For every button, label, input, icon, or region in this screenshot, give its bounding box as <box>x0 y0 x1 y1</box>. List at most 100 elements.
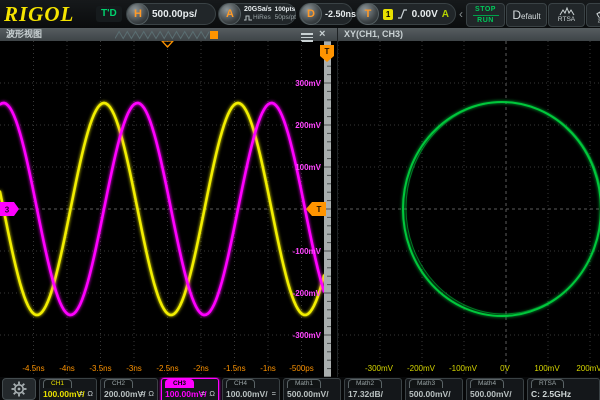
rigol-logo: RIGOL <box>4 1 74 27</box>
coupling-impedance-icons: = Ω <box>79 389 94 398</box>
channel-scale-value: 500.00mV/ <box>470 389 512 399</box>
time-axis-label: -4ns <box>59 364 75 373</box>
default-label: Default <box>512 8 540 22</box>
ruler-icon <box>596 7 600 17</box>
settings-gear-button[interactable] <box>2 378 36 400</box>
trigger-source-badge: 1 <box>383 9 393 20</box>
horizontal-offset: -2.50ns <box>325 9 356 19</box>
voltage-axis-label: 200mV <box>295 121 321 130</box>
svg-text:T: T <box>317 205 322 214</box>
channel-scale-value: 17.32dB/ <box>348 389 383 399</box>
waveform-overview-strip[interactable] <box>115 30 219 40</box>
divider <box>473 15 499 16</box>
channel-box-math2[interactable]: Math217.32dB/ <box>344 378 402 400</box>
time-axis-label: -1.5ns <box>223 364 245 373</box>
collapse-chevron-icon[interactable]: ‹ <box>459 7 463 21</box>
channel-tab-label: Math2 <box>348 379 382 388</box>
channel-scale-value: C: 2.5GHz <box>531 389 571 399</box>
voltage-axis-label: 100mV <box>295 163 321 172</box>
channel-box-math1[interactable]: Math1500.00mV/ <box>283 378 341 400</box>
trigger-position-flag[interactable]: T <box>320 45 334 62</box>
channel-box-math4[interactable]: Math4500.00mV/ <box>466 378 524 400</box>
acquisition-settings-pill[interactable]: A 20GSa/s HiRes 100pts 50ps/pt <box>218 3 296 25</box>
timebase-value: 500.00ps/ <box>152 9 197 20</box>
svg-text:T: T <box>325 47 330 56</box>
trigger-status-badge: T'D <box>96 6 122 22</box>
time-axis-label: -2.5ns <box>156 364 178 373</box>
channel-box-ch3[interactable]: CH3100.00mV/= Ω <box>161 378 219 400</box>
voltage-axis-label: 300mV <box>295 79 321 88</box>
waveform-view-title: 波形视图 <box>6 29 42 39</box>
gear-icon <box>11 381 27 397</box>
time-axis-label: -3.5ns <box>89 364 111 373</box>
channel-box-ch1[interactable]: CH1100.00mV/= Ω <box>39 378 97 400</box>
xy-plot: -300mV -200mV -100mV 0V 100mV 200mV <box>338 41 600 377</box>
sample-rate: 20GSa/s <box>244 6 272 14</box>
svg-text:3: 3 <box>5 206 10 215</box>
point-rate: 50ps/pt <box>275 14 296 22</box>
channel-tab-label: CH3 <box>165 379 194 388</box>
time-axis-label: -3ns <box>126 364 142 373</box>
rtsa-button[interactable]: RTSA <box>548 3 585 27</box>
rtsa-label: RTSA <box>558 16 575 23</box>
spectrum-icon <box>559 7 575 16</box>
trigger-level-marker[interactable]: T <box>306 202 326 216</box>
voltage-axis-label: -100mV <box>293 247 322 256</box>
xy-axis-label: 200mV <box>576 364 600 373</box>
close-icon[interactable]: × <box>319 28 331 41</box>
delay-settings-pill[interactable]: D -2.50ns <box>299 3 353 25</box>
xy-lissajous-trace-ghost <box>406 102 600 314</box>
channel-tab-label: Math1 <box>287 379 321 388</box>
horizontal-button[interactable]: H <box>127 3 149 25</box>
pulse-icon <box>244 15 252 21</box>
channel-tab-label: CH2 <box>104 379 133 388</box>
channel-status-bar: CH1100.00mV/= ΩCH2200.00mV/= ΩCH3100.00m… <box>0 377 600 400</box>
trigger-sweep-mode: A <box>442 9 449 20</box>
xy-axis-label: 0V <box>500 364 510 373</box>
channel-tab-label: Math3 <box>409 379 443 388</box>
xy-view-titlebar[interactable]: XY(CH1, CH3) <box>338 28 600 41</box>
voltage-axis-label: -200mV <box>293 289 322 298</box>
top-toolbar: RIGOL T'D H 500.00ps/ A 20GSa/s HiRes 10… <box>0 0 600 29</box>
time-axis-label: -2ns <box>193 364 209 373</box>
run-label: RUN <box>477 17 494 25</box>
xy-axis-label: -300mV <box>365 364 394 373</box>
xy-axis-label: -200mV <box>407 364 436 373</box>
trigger-level-value: 0.00V <box>412 9 438 20</box>
channel-scale-value: 500.00mV/ <box>409 389 451 399</box>
channel-tab-label: CH4 <box>226 379 255 388</box>
ch3-position-marker[interactable]: 3 <box>0 202 19 216</box>
time-axis-label: -500ps <box>289 364 313 373</box>
voltage-axis-label: -300mV <box>293 331 322 340</box>
overview-trigger-marker[interactable] <box>210 31 218 39</box>
coupling-impedance-icons: = Ω <box>140 389 155 398</box>
coupling-impedance-icons: = <box>272 389 277 398</box>
delay-button[interactable]: D <box>300 3 322 25</box>
xy-view-title: XY(CH1, CH3) <box>344 29 403 39</box>
measure-button[interactable]: 测量 <box>586 3 600 27</box>
waveform-view-titlebar[interactable]: 波形视图 × <box>0 28 337 41</box>
default-button[interactable]: Default <box>506 3 547 27</box>
channel-scale-value: 100.00mV/ <box>226 389 268 399</box>
oscilloscope-screen: RIGOL T'D H 500.00ps/ A 20GSa/s HiRes 10… <box>0 0 600 400</box>
acquire-button[interactable]: A <box>219 3 241 25</box>
channel-box-math3[interactable]: Math3500.00mV/ <box>405 378 463 400</box>
coupling-impedance-icons: = Ω <box>201 389 216 398</box>
xy-axis-label: 100mV <box>534 364 560 373</box>
trigger-settings-pill[interactable]: T 1 0.00V A <box>356 3 456 25</box>
channel-box-ch4[interactable]: CH4100.00mV/ = <box>222 378 280 400</box>
channel-box-ch2[interactable]: CH2200.00mV/= Ω <box>100 378 158 400</box>
acq-mode: HiRes <box>253 14 271 22</box>
time-domain-plot: 300mV200mV100mV-100mV-200mV-300mV -4.5ns… <box>0 41 337 377</box>
channel-box-rtsa[interactable]: RTSAC: 2.5GHz <box>527 378 600 400</box>
channel-tab-label: RTSA <box>531 379 564 388</box>
memory-depth: 100pts <box>275 6 296 14</box>
stop-label: STOP <box>475 6 496 14</box>
channel-scale-value: 500.00mV/ <box>287 389 329 399</box>
trigger-button[interactable]: T <box>357 3 379 25</box>
xy-axis-label: -100mV <box>449 364 478 373</box>
time-axis-label: -1ns <box>260 364 276 373</box>
channel-tab-label: Math4 <box>470 379 504 388</box>
run-stop-button[interactable]: STOP RUN <box>466 3 505 27</box>
horizontal-settings-pill[interactable]: H 500.00ps/ <box>126 3 216 25</box>
